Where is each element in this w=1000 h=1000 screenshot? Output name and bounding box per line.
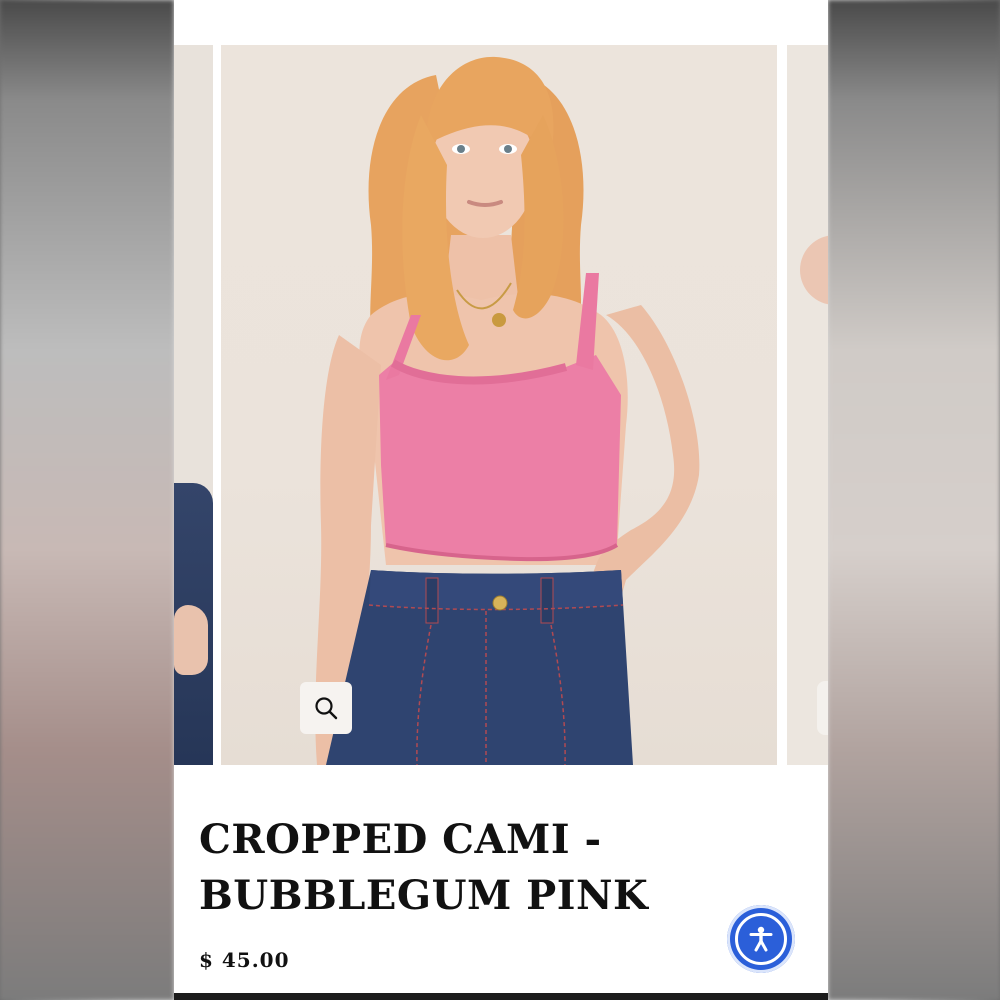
next-slide-zoom-button xyxy=(817,681,828,735)
product-page: CROPPED CAMI - BUBBLEGUM PINK $ 45.00 xyxy=(174,0,828,1000)
magnifier-icon xyxy=(315,697,338,720)
product-title: CROPPED CAMI - BUBBLEGUM PINK xyxy=(199,812,799,924)
gallery-slide-next[interactable] xyxy=(787,45,828,765)
product-image-gallery[interactable] xyxy=(174,45,828,765)
product-price: $ 45.00 xyxy=(199,948,290,972)
product-title-line-2: BUBBLEGUM PINK xyxy=(199,872,649,919)
next-slide-arm xyxy=(800,235,828,305)
zoom-button[interactable] xyxy=(300,682,352,734)
product-title-line-1: CROPPED CAMI - xyxy=(199,816,602,863)
accessibility-button[interactable] xyxy=(727,905,795,973)
background-blur-right xyxy=(828,0,1000,1000)
bottom-edge-bar xyxy=(174,993,828,1000)
gallery-slide-previous[interactable] xyxy=(174,45,213,765)
accessibility-icon xyxy=(735,913,787,965)
previous-slide-hand xyxy=(174,605,208,675)
gallery-slide-main-photo xyxy=(221,45,777,765)
background-blur-left xyxy=(0,0,174,1000)
model-photo xyxy=(315,56,700,765)
